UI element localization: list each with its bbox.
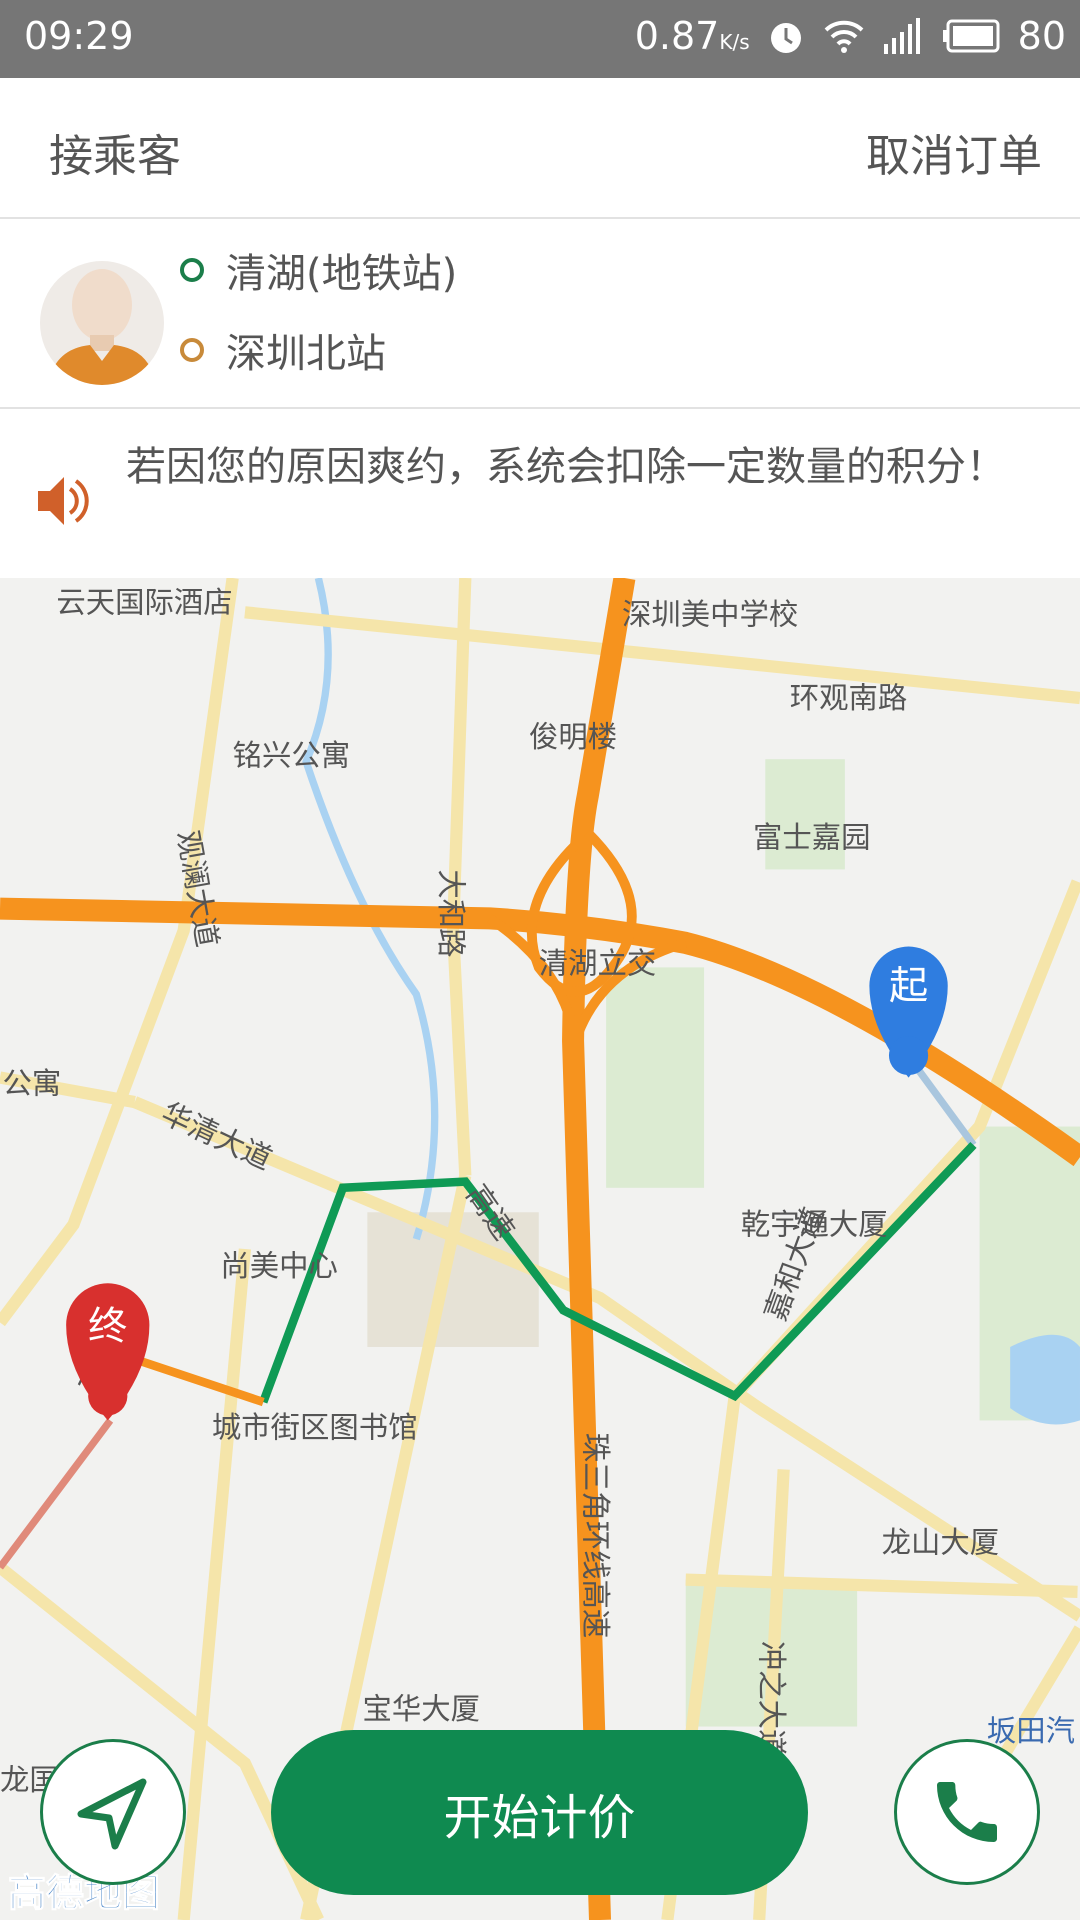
map-label: 公寓 xyxy=(2,1067,61,1100)
origin-text: 清湖(地铁站) xyxy=(226,251,458,297)
map-label: 云天国际酒店 xyxy=(56,586,232,619)
net-speed-value: 0.87 xyxy=(634,14,720,58)
start-pricing-button[interactable]: 开始计价 xyxy=(271,1730,808,1895)
battery-icon xyxy=(942,19,1000,53)
map-label: 大和路 xyxy=(434,869,467,957)
wifi-icon xyxy=(824,20,864,53)
navigation-arrow-icon xyxy=(77,1778,147,1850)
map-label: 尚美中心 xyxy=(220,1250,338,1283)
map-canvas[interactable]: 云天国际酒店 深圳美中学校 环观南路 铭兴公寓 俊明楼 富士嘉园 观澜大道 大和… xyxy=(0,578,1080,1920)
battery-level: 80 xyxy=(1017,14,1066,58)
end-marker-label: 终 xyxy=(88,1305,127,1350)
map-label: 深圳美中学校 xyxy=(622,599,798,632)
map-label: 珠三角环线高速 xyxy=(578,1433,611,1639)
map-label: 龙山大厦 xyxy=(882,1527,1000,1560)
destination-row: 深圳北站 xyxy=(180,321,386,379)
status-time: 09:29 xyxy=(24,14,134,58)
page-title: 接乘客 xyxy=(49,131,181,182)
notice-bar: 若因您的原因爽约，系统会扣除一定数量的积分！ xyxy=(0,409,1080,579)
origin-row: 清湖(地铁站) xyxy=(180,241,457,299)
avatar xyxy=(40,261,164,385)
start-marker-label: 起 xyxy=(889,964,928,1009)
call-button[interactable] xyxy=(894,1739,1040,1885)
status-bar: 09:29 0.87K/s 80 xyxy=(0,0,1080,78)
app-header: 接乘客 取消订单 xyxy=(0,78,1080,219)
trip-info: 清湖(地铁站) 深圳北站 xyxy=(0,219,1080,409)
map-label: 环观南路 xyxy=(790,682,908,715)
map-label: 宝华大厦 xyxy=(362,1693,480,1726)
net-speed: 0.87K/s xyxy=(635,14,750,58)
alarm-icon xyxy=(770,23,801,53)
phone-icon xyxy=(937,1782,997,1842)
cancel-order-button[interactable]: 取消订单 xyxy=(866,120,1042,184)
map-view[interactable]: 云天国际酒店 深圳美中学校 环观南路 铭兴公寓 俊明楼 富士嘉园 观澜大道 大和… xyxy=(0,578,1080,1920)
locate-button[interactable] xyxy=(40,1739,186,1885)
speaker-icon xyxy=(38,477,89,525)
map-label: 富士嘉园 xyxy=(753,821,871,854)
net-speed-unit: K/s xyxy=(719,30,750,54)
destination-dot-icon xyxy=(180,338,204,362)
notice-text: 若因您的原因爽约，系统会扣除一定数量的积分！ xyxy=(126,444,1006,490)
destination-text: 深圳北站 xyxy=(226,331,386,377)
map-label: 城市街区图书馆 xyxy=(212,1412,418,1445)
map-label: 清湖立交 xyxy=(539,947,657,980)
map-label: 俊明楼 xyxy=(529,721,617,754)
origin-dot-icon xyxy=(180,258,204,282)
map-label: 铭兴公寓 xyxy=(233,739,351,772)
map-label: 坂田汽 xyxy=(987,1715,1075,1748)
signal-4g-icon xyxy=(883,18,920,54)
